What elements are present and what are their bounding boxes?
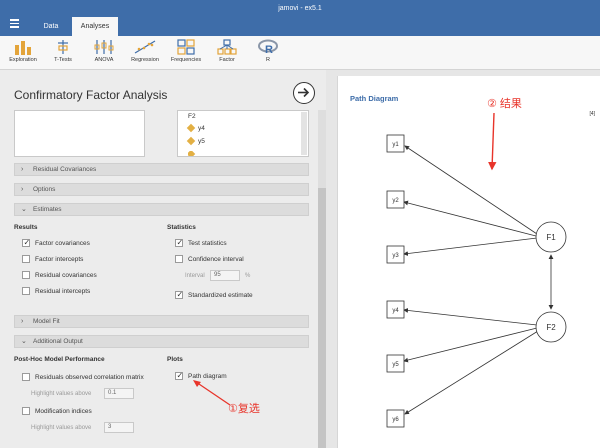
factor-label: F2	[188, 113, 196, 120]
path-diagram: y1 y2 y3 y4 y5 y6 F1 F2	[386, 112, 567, 428]
frequencies-icon	[177, 39, 195, 55]
highlight-label: Highlight values above	[31, 425, 92, 431]
t-tests-button[interactable]: T-Tests	[43, 39, 83, 63]
section-model-fit[interactable]: › Model Fit	[14, 315, 309, 328]
chevron-right-icon: ›	[21, 166, 24, 173]
statistics-header: Statistics	[167, 224, 196, 231]
chevron-right-icon: ›	[21, 186, 24, 193]
ordinal-tag-icon	[186, 123, 196, 133]
latent-label: F1	[546, 233, 556, 242]
panel-scrollbar-thumb[interactable]	[318, 188, 326, 448]
standardized-estimate-checkbox[interactable]: Standardized estimate	[175, 290, 253, 300]
interval-unit: %	[245, 273, 251, 279]
analyses-ribbon: Exploration T-Tests ANOVA Regression Fre…	[0, 36, 600, 70]
results-header: Results	[14, 224, 38, 231]
modification-indices-checkbox[interactable]: Modification indices	[22, 407, 92, 416]
checkbox[interactable]	[22, 255, 30, 263]
variables-list[interactable]	[14, 110, 145, 157]
arrow-right-button[interactable]	[293, 82, 315, 104]
list-item[interactable]: y5	[186, 136, 205, 146]
highlight-input[interactable]: 3	[104, 422, 134, 433]
title-bar: jamovi - ex5.1 Data Analyses	[0, 0, 600, 36]
list-scrollbar[interactable]	[301, 112, 307, 155]
chevron-down-icon: ⌄	[21, 338, 27, 345]
posthoc-header: Post-Hoc Model Performance	[14, 356, 105, 363]
checkbox[interactable]	[22, 238, 30, 247]
checkbox[interactable]	[175, 238, 183, 247]
highlight-input[interactable]: 0.1	[104, 388, 134, 399]
ordinal-tag-icon	[186, 136, 196, 146]
interval-label: Interval	[185, 273, 205, 279]
observed-label: y3	[392, 253, 399, 259]
checkbox[interactable]	[175, 371, 183, 380]
anova-button[interactable]: ANOVA	[84, 39, 124, 63]
highlight-label: Highlight values above	[31, 391, 92, 397]
exploration-button[interactable]: Exploration	[3, 39, 43, 63]
path-f2-y6	[404, 330, 539, 415]
plots-header: Plots	[167, 356, 183, 363]
regression-button[interactable]: Regression	[125, 39, 165, 63]
bar-chart-icon	[15, 41, 31, 55]
checkbox[interactable]	[22, 373, 30, 381]
test-statistics-checkbox[interactable]: Test statistics	[175, 238, 227, 248]
factor-variables-box[interactable]: F2 y4 y5	[177, 110, 309, 157]
t-tests-icon	[58, 40, 68, 54]
ordinal-tag-icon	[188, 151, 196, 156]
r-icon: R	[258, 39, 278, 55]
arrow-right-icon	[298, 87, 310, 98]
observed-label: y1	[392, 142, 399, 148]
observed-label: y4	[392, 308, 399, 314]
checkbox[interactable]	[22, 407, 30, 415]
residual-covariances-checkbox[interactable]: Residual covariances	[22, 271, 97, 280]
factor-covariances-checkbox[interactable]: Factor covariances	[22, 238, 90, 248]
list-item	[188, 151, 198, 156]
panel-title: Confirmatory Factor Analysis	[14, 88, 168, 102]
chevron-down-icon: ⌄	[21, 206, 27, 213]
confidence-interval-checkbox[interactable]: Confidence interval	[175, 255, 244, 264]
factor-intercepts-checkbox[interactable]: Factor intercepts	[22, 255, 83, 264]
section-residual-covariances[interactable]: › Residual Covariances	[14, 163, 309, 176]
tab-data[interactable]: Data	[30, 17, 72, 36]
section-estimates[interactable]: ⌄ Estimates	[14, 203, 309, 216]
svg-text:R: R	[265, 44, 273, 55]
regression-icon	[134, 40, 156, 54]
path-f1-y1	[404, 145, 538, 235]
section-additional-output[interactable]: ⌄ Additional Output	[14, 335, 309, 348]
latent-label: F2	[546, 323, 556, 332]
interval-input[interactable]: 95	[210, 270, 240, 281]
frequencies-button[interactable]: Frequencies	[166, 39, 206, 63]
results-panel: Path Diagram [4] ② 结果 y1 y2 y3 y4 y5 y6 …	[337, 76, 600, 448]
observed-label: y2	[392, 198, 399, 204]
list-item[interactable]: y4	[186, 123, 205, 133]
factor-icon	[217, 39, 237, 55]
residuals-matrix-checkbox[interactable]: Residuals observed correlation matrix	[22, 373, 144, 382]
options-panel: Confirmatory Factor Analysis F2 y4 y5 › R…	[0, 70, 326, 448]
factor-button[interactable]: Factor	[207, 39, 247, 63]
tab-analyses[interactable]: Analyses	[72, 17, 118, 36]
path-f2-y4	[403, 308, 538, 326]
section-options[interactable]: › Options	[14, 183, 309, 196]
path-f1-y3	[403, 237, 538, 256]
checkbox[interactable]	[22, 271, 30, 279]
r-button[interactable]: R R	[248, 39, 288, 63]
checkbox[interactable]	[22, 287, 30, 295]
annotation-arrow	[488, 112, 497, 171]
chevron-right-icon: ›	[21, 318, 24, 325]
path-f1-y2	[403, 200, 537, 237]
observed-label: y6	[392, 417, 399, 423]
checkbox[interactable]	[175, 290, 183, 299]
observed-label: y5	[392, 362, 399, 368]
anova-icon	[94, 40, 114, 54]
menu-icon[interactable]	[10, 19, 19, 28]
residual-intercepts-checkbox[interactable]: Residual intercepts	[22, 287, 90, 296]
window-title: jamovi - ex5.1	[278, 5, 322, 12]
checkbox[interactable]	[175, 255, 183, 263]
annotation-step1: ①复选	[228, 403, 260, 415]
